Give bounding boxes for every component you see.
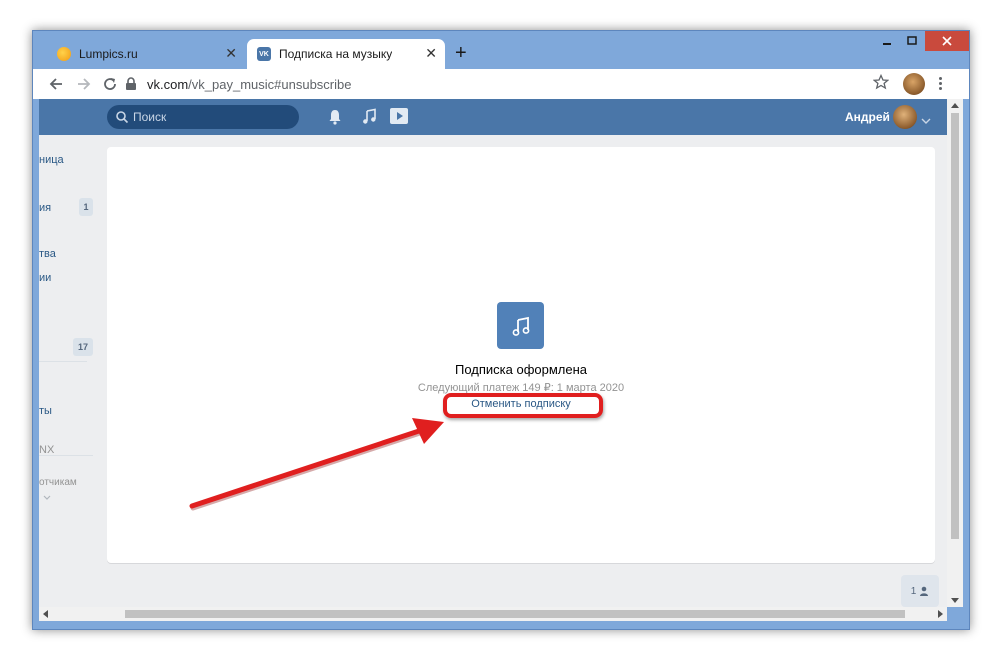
counter-badge: 17 xyxy=(73,338,93,356)
bookmark-button[interactable] xyxy=(872,73,890,95)
tab-close-icon[interactable]: ✕ xyxy=(425,46,437,60)
forward-button[interactable] xyxy=(73,73,95,95)
tab-title: Lumpics.ru xyxy=(79,47,138,61)
profile-avatar[interactable] xyxy=(903,73,925,95)
user-icon xyxy=(920,586,929,596)
tab-lumpics[interactable]: Lumpics.ru ✕ xyxy=(45,39,245,69)
chevron-down-icon[interactable] xyxy=(39,489,53,507)
browser-toolbar: vk.com/vk_pay_music#unsubscribe xyxy=(33,69,969,99)
new-tab-button[interactable]: + xyxy=(455,43,467,63)
notifications-button[interactable] xyxy=(327,108,343,131)
menu-kebab-icon[interactable] xyxy=(939,77,943,92)
tab-title: Подписка на музыку xyxy=(279,47,393,61)
tab-vk-music[interactable]: VK Подписка на музыку ✕ xyxy=(247,39,445,69)
left-menu-item[interactable]: тва xyxy=(39,248,56,260)
arrow-left-icon xyxy=(49,78,62,90)
left-menu-item[interactable]: отчикам xyxy=(39,477,77,488)
left-menu-item[interactable]: ия xyxy=(39,202,51,214)
annotation-highlight-frame xyxy=(443,393,603,418)
maximize-icon xyxy=(907,36,917,45)
tab-close-icon[interactable]: ✕ xyxy=(225,46,237,60)
user-name[interactable]: Андрей xyxy=(845,110,890,124)
left-menu-item[interactable]: ты xyxy=(39,405,52,417)
reload-icon xyxy=(104,78,116,90)
annotation-arrow-icon xyxy=(189,418,444,511)
vertical-scrollbar[interactable] xyxy=(947,99,963,607)
bell-icon xyxy=(329,110,341,125)
left-menu-item[interactable]: ии xyxy=(39,272,51,284)
player-button[interactable] xyxy=(389,107,409,130)
chevron-down-icon[interactable] xyxy=(921,112,931,130)
left-menu-item[interactable]: ница xyxy=(39,154,64,166)
window-close-button[interactable] xyxy=(925,31,969,51)
url-host: vk.com xyxy=(147,76,189,92)
lumpics-favicon-icon xyxy=(57,47,71,61)
reload-button[interactable] xyxy=(99,73,121,95)
vk-header: Поиск Андрей xyxy=(39,99,947,135)
arrow-right-icon xyxy=(78,78,91,90)
online-count: 1 xyxy=(910,585,917,597)
avatar[interactable] xyxy=(893,105,917,129)
back-button[interactable] xyxy=(45,73,67,95)
search-placeholder: Поиск xyxy=(133,110,167,124)
url-path: /vk_pay_music#unsubscribe xyxy=(188,76,352,92)
scroll-thumb[interactable] xyxy=(125,610,905,618)
page-viewport: ница ия 1 тва ии 17 ты NX отчикам Подпис… xyxy=(39,135,947,619)
music-note-icon xyxy=(512,316,529,336)
menu-divider xyxy=(39,455,93,456)
scroll-left-icon[interactable] xyxy=(43,610,48,618)
music-button[interactable] xyxy=(361,108,377,131)
minimize-button[interactable] xyxy=(876,31,898,51)
left-menu: ница ия 1 тва ии 17 ты NX отчикам xyxy=(39,135,103,619)
star-icon xyxy=(872,73,890,90)
maximize-button[interactable] xyxy=(900,31,924,51)
menu-divider xyxy=(39,361,87,362)
vk-favicon-icon: VK xyxy=(257,47,271,61)
search-icon xyxy=(116,111,129,124)
minimize-icon xyxy=(883,43,891,45)
search-input[interactable]: Поиск xyxy=(107,105,299,129)
browser-window: Lumpics.ru ✕ VK Подписка на музыку ✕ + v… xyxy=(32,30,970,630)
tab-strip: Lumpics.ru ✕ VK Подписка на музыку ✕ + xyxy=(33,31,969,69)
scroll-thumb[interactable] xyxy=(951,113,959,539)
scroll-up-icon[interactable] xyxy=(951,103,959,108)
address-bar[interactable]: vk.com/vk_pay_music#unsubscribe xyxy=(125,72,875,96)
music-note-icon xyxy=(363,108,376,124)
horizontal-scrollbar[interactable] xyxy=(39,607,947,621)
close-icon xyxy=(942,36,952,46)
music-subscription-icon xyxy=(497,302,544,349)
play-icon xyxy=(390,108,408,124)
counter-badge: 1 xyxy=(79,198,93,216)
online-friends-button[interactable]: 1 xyxy=(901,575,939,607)
lock-icon xyxy=(126,77,136,90)
scroll-down-icon[interactable] xyxy=(951,598,959,603)
url-text: vk.com/vk_pay_music#unsubscribe xyxy=(147,77,351,92)
subscription-title: Подписка оформлена xyxy=(454,362,588,377)
scroll-right-icon[interactable] xyxy=(938,610,943,618)
